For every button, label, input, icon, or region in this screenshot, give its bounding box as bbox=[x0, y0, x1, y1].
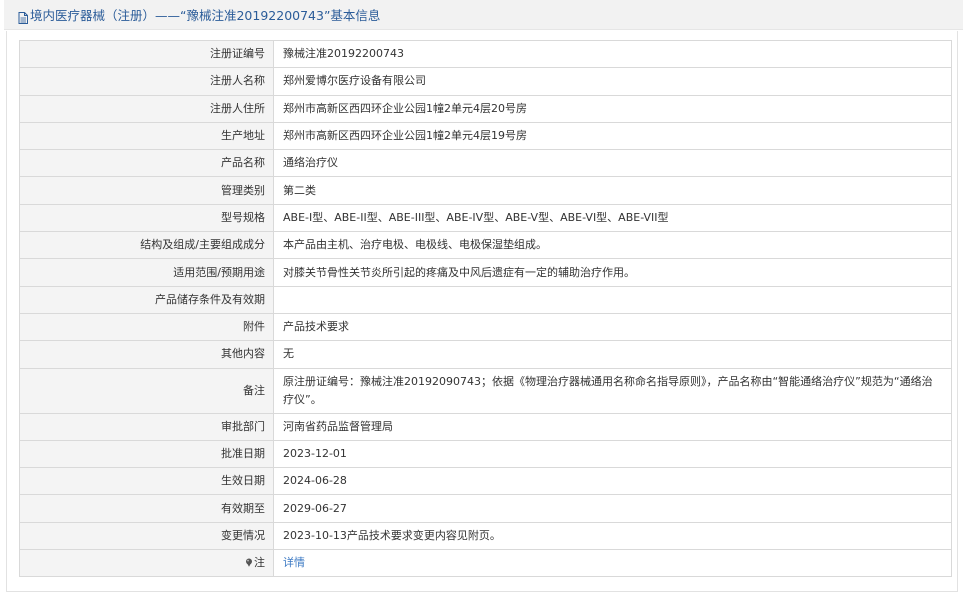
row-label: 产品储存条件及有效期 bbox=[19, 285, 274, 314]
row-label: 结构及组成/主要组成成分 bbox=[19, 231, 274, 260]
table-row: 审批部门 河南省药品监督管理局 bbox=[19, 412, 952, 441]
table-row: 备注 原注册证编号：豫械注准20192090743；依据《物理治疗器械通用名称命… bbox=[19, 367, 952, 414]
row-label: 变更情况 bbox=[19, 521, 274, 551]
info-table: 注册证编号 豫械注准20192200743 注册人名称 郑州爱博尔医疗设备有限公… bbox=[19, 39, 952, 578]
row-label: 生效日期 bbox=[19, 467, 274, 496]
table-row: 产品储存条件及有效期 bbox=[19, 285, 952, 314]
row-value: 郑州市高新区西四环企业公园1幢2单元4层20号房 bbox=[273, 94, 952, 123]
row-label: 其他内容 bbox=[19, 340, 274, 369]
row-value: 郑州市高新区西四环企业公园1幢2单元4层19号房 bbox=[273, 121, 952, 151]
table-row: 生产地址 郑州市高新区西四环企业公园1幢2单元4层19号房 bbox=[19, 121, 952, 151]
table-row: 注册人名称 郑州爱博尔医疗设备有限公司 bbox=[19, 67, 952, 96]
table-row: 变更情况 2023-10-13产品技术要求变更内容见附页。 bbox=[19, 521, 952, 551]
row-value: 本产品由主机、治疗电极、电极线、电极保湿垫组成。 bbox=[273, 231, 952, 260]
table-row: 产品名称 通络治疗仪 bbox=[19, 149, 952, 178]
row-value: 2029-06-27 bbox=[273, 494, 952, 523]
table-row: 附件 产品技术要求 bbox=[19, 312, 952, 342]
table-row: 注册人住所 郑州市高新区西四环企业公园1幢2单元4层20号房 bbox=[19, 94, 952, 123]
row-label: 批准日期 bbox=[19, 439, 274, 469]
row-value: 2023-12-01 bbox=[273, 439, 952, 469]
row-label: 注册人住所 bbox=[19, 94, 274, 123]
row-value: 豫械注准20192200743 bbox=[273, 39, 952, 69]
note-row: 注 详情 bbox=[19, 549, 952, 578]
row-label: 注册人名称 bbox=[19, 67, 274, 96]
table-row: 管理类别 第二类 bbox=[19, 176, 952, 205]
row-label: 附件 bbox=[19, 312, 274, 342]
note-label-cell: 注 bbox=[19, 549, 274, 578]
table-row: 其他内容 无 bbox=[19, 340, 952, 369]
row-value: 河南省药品监督管理局 bbox=[273, 412, 952, 441]
table-row: 批准日期 2023-12-01 bbox=[19, 439, 952, 469]
row-value: 对膝关节骨性关节炎所引起的疼痛及中风后遗症有一定的辅助治疗作用。 bbox=[273, 258, 952, 287]
info-panel: 注册证编号 豫械注准20192200743 注册人名称 郑州爱博尔医疗设备有限公… bbox=[6, 31, 958, 592]
row-value: 产品技术要求 bbox=[273, 312, 952, 342]
row-label: 型号规格 bbox=[19, 203, 274, 233]
row-value: 通络治疗仪 bbox=[273, 149, 952, 178]
table-row: 适用范围/预期用途 对膝关节骨性关节炎所引起的疼痛及中风后遗症有一定的辅助治疗作… bbox=[19, 258, 952, 287]
row-value: 无 bbox=[273, 340, 952, 369]
page-header: 境内医疗器械（注册）——“豫械注准20192200743”基本信息 bbox=[4, 0, 963, 30]
row-label: 审批部门 bbox=[19, 412, 274, 441]
row-label: 产品名称 bbox=[19, 149, 274, 178]
table-row: 型号规格 ABE-I型、ABE-II型、ABE-III型、ABE-IV型、ABE… bbox=[19, 203, 952, 233]
row-value bbox=[273, 285, 952, 314]
row-value: ABE-I型、ABE-II型、ABE-III型、ABE-IV型、ABE-V型、A… bbox=[273, 203, 952, 233]
pin-icon bbox=[245, 555, 253, 567]
document-icon bbox=[18, 9, 28, 24]
row-value: 第二类 bbox=[273, 176, 952, 205]
row-value: 原注册证编号：豫械注准20192090743；依据《物理治疗器械通用名称命名指导… bbox=[273, 367, 952, 414]
page-title: 境内医疗器械（注册）——“豫械注准20192200743”基本信息 bbox=[30, 8, 381, 23]
row-label: 适用范围/预期用途 bbox=[19, 258, 274, 287]
row-value: 郑州爱博尔医疗设备有限公司 bbox=[273, 67, 952, 96]
row-label: 有效期至 bbox=[19, 494, 274, 523]
table-row: 有效期至 2029-06-27 bbox=[19, 494, 952, 523]
row-value: 2024-06-28 bbox=[273, 467, 952, 496]
details-link[interactable]: 详情 bbox=[283, 556, 305, 569]
table-row: 生效日期 2024-06-28 bbox=[19, 467, 952, 496]
row-label: 管理类别 bbox=[19, 176, 274, 205]
row-label: 注册证编号 bbox=[19, 39, 274, 69]
row-label: 备注 bbox=[19, 367, 274, 414]
table-row: 结构及组成/主要组成成分 本产品由主机、治疗电极、电极线、电极保湿垫组成。 bbox=[19, 231, 952, 260]
table-row: 注册证编号 豫械注准20192200743 bbox=[19, 39, 952, 69]
note-value-cell: 详情 bbox=[273, 549, 952, 578]
note-label: 注 bbox=[254, 556, 265, 570]
row-label: 生产地址 bbox=[19, 121, 274, 151]
row-value: 2023-10-13产品技术要求变更内容见附页。 bbox=[273, 521, 952, 551]
